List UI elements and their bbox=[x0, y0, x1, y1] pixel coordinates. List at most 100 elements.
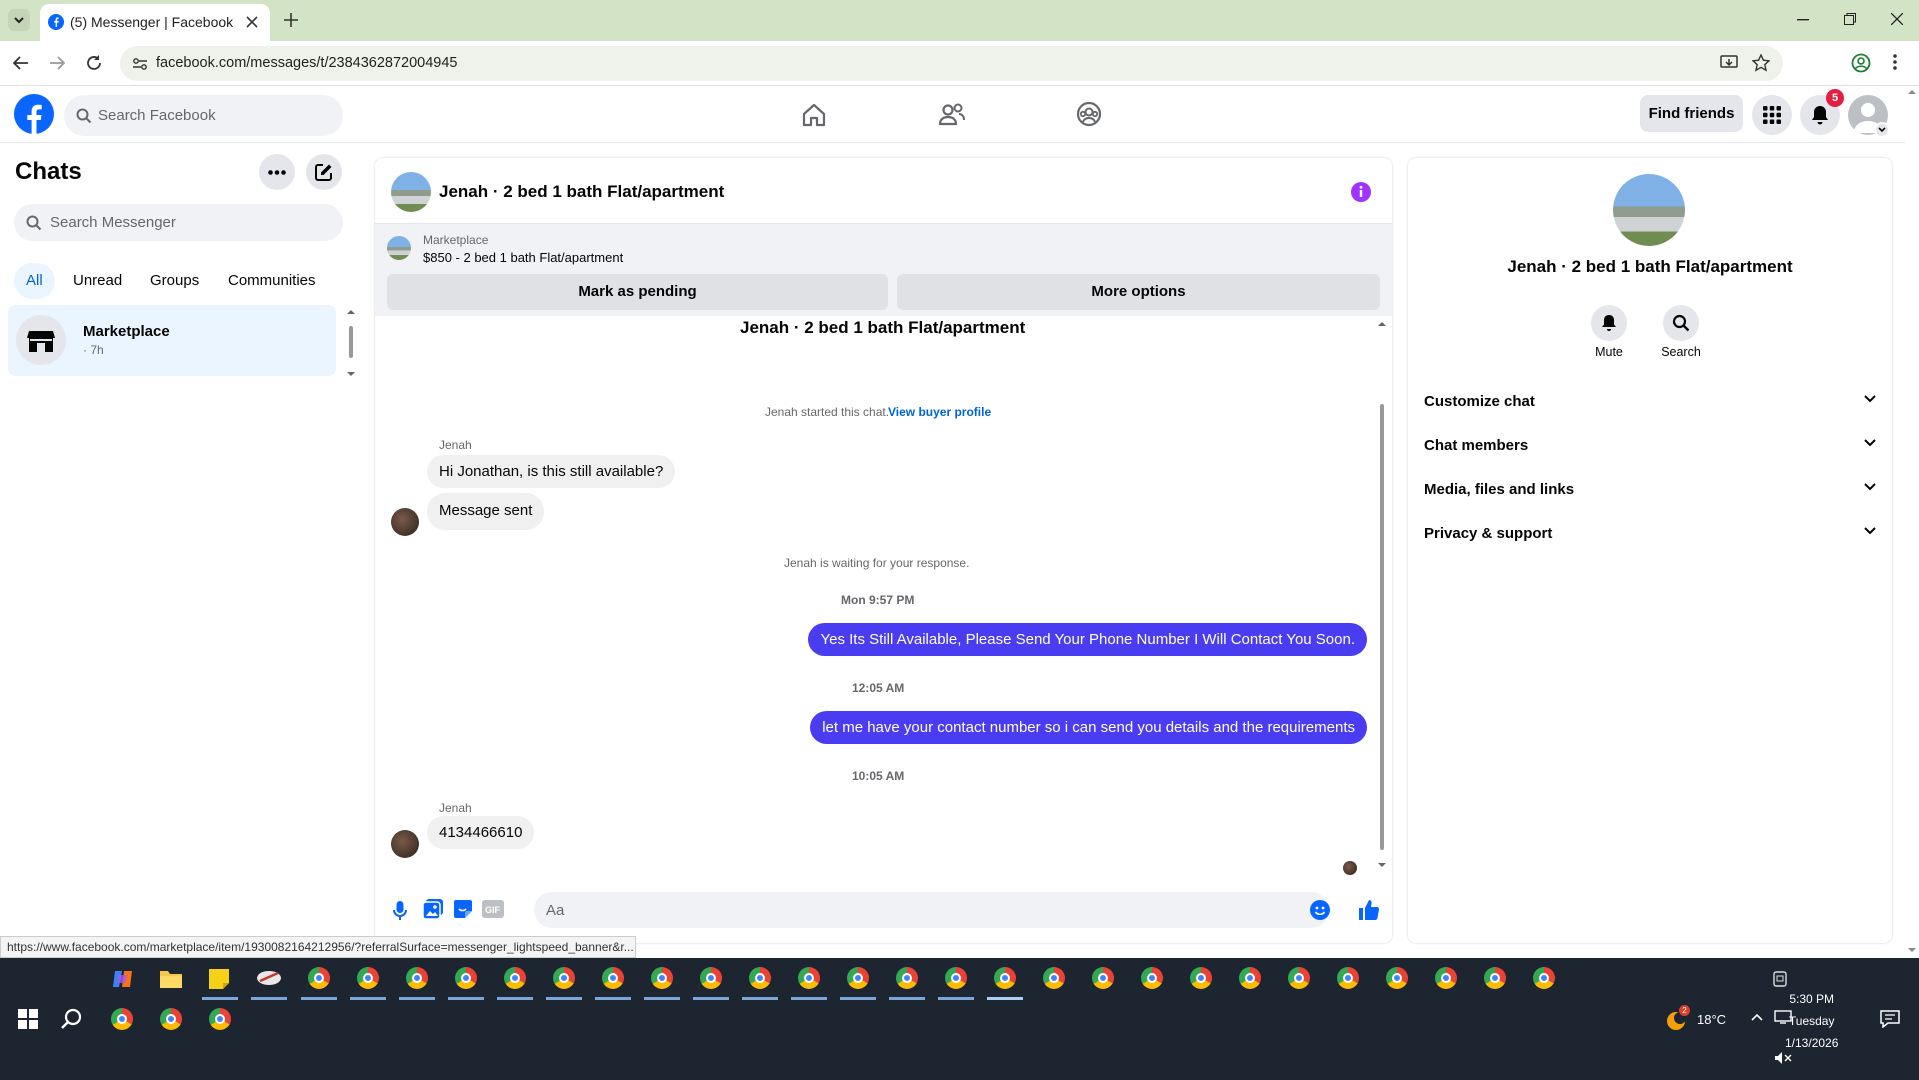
windows-start-icon[interactable] bbox=[18, 1009, 38, 1029]
filter-groups[interactable]: Groups bbox=[138, 263, 211, 299]
home-icon[interactable] bbox=[801, 103, 827, 127]
customize-chat-row[interactable]: Customize chat bbox=[1424, 383, 1876, 419]
chrome-icon[interactable] bbox=[160, 1008, 182, 1030]
chrome-window-icon[interactable] bbox=[1386, 967, 1408, 989]
chrome-window-icon[interactable] bbox=[749, 967, 771, 989]
message-input[interactable]: Aa bbox=[534, 892, 1330, 928]
bookmark-star-icon[interactable] bbox=[1752, 54, 1770, 72]
chrome-window-icon[interactable] bbox=[308, 967, 330, 989]
chrome-window-icon[interactable] bbox=[602, 967, 624, 989]
banner-listing[interactable]: $850 - 2 bed 1 bath Flat/apartment bbox=[423, 250, 623, 265]
chat-options-button[interactable] bbox=[259, 154, 295, 190]
thumbs-up-icon[interactable] bbox=[1358, 899, 1380, 921]
sender-avatar[interactable] bbox=[391, 508, 419, 536]
microphone-icon[interactable] bbox=[393, 901, 407, 921]
conversation-avatar[interactable] bbox=[391, 172, 431, 212]
taskbar-clock[interactable]: 5:30 PM Tuesday 1/13/2026 bbox=[1785, 988, 1838, 1054]
facebook-search-input[interactable]: Search Facebook bbox=[64, 95, 343, 136]
more-options-button[interactable]: More options bbox=[897, 274, 1380, 310]
chrome-window-icon[interactable] bbox=[1435, 967, 1457, 989]
chat-members-row[interactable]: Chat members bbox=[1424, 427, 1876, 463]
outgoing-message[interactable]: let me have your contact number so i can… bbox=[810, 711, 1367, 744]
outgoing-message[interactable]: Yes Its Still Available, Please Send You… bbox=[808, 623, 1367, 656]
sticky-notes-icon[interactable] bbox=[208, 968, 230, 990]
reload-icon[interactable] bbox=[85, 54, 103, 72]
close-window-icon[interactable] bbox=[1891, 13, 1903, 25]
chrome-window-icon[interactable] bbox=[1533, 967, 1555, 989]
file-explorer-icon[interactable] bbox=[159, 968, 183, 990]
view-buyer-profile-link[interactable]: View buyer profile bbox=[888, 405, 991, 419]
page-scrollbar[interactable] bbox=[1905, 86, 1919, 958]
chrome-window-icon[interactable] bbox=[700, 967, 722, 989]
chrome-icon[interactable] bbox=[111, 1008, 133, 1030]
chrome-window-icon[interactable] bbox=[1239, 967, 1261, 989]
sticker-icon[interactable] bbox=[453, 899, 473, 919]
install-app-icon[interactable] bbox=[1720, 55, 1738, 71]
facebook-logo-icon[interactable] bbox=[14, 94, 54, 134]
chrome-window-icon[interactable] bbox=[847, 967, 869, 989]
chrome-window-icon[interactable] bbox=[896, 967, 918, 989]
filter-communities[interactable]: Communities bbox=[216, 263, 328, 299]
close-tab-icon[interactable] bbox=[246, 16, 258, 28]
taskbar-search-icon[interactable] bbox=[60, 1008, 82, 1030]
incoming-message[interactable]: 4134466610 bbox=[427, 816, 535, 849]
app-icon[interactable] bbox=[256, 967, 282, 989]
chrome-window-icon[interactable] bbox=[1288, 967, 1310, 989]
mark-as-pending-button[interactable]: Mark as pending bbox=[387, 274, 888, 310]
thread-scrollbar[interactable] bbox=[1377, 320, 1387, 870]
chrome-window-icon[interactable] bbox=[1337, 967, 1359, 989]
incoming-message[interactable]: Hi Jonathan, is this still available? bbox=[427, 455, 676, 488]
chrome-window-icon[interactable] bbox=[504, 967, 526, 989]
listing-thumbnail[interactable] bbox=[387, 236, 411, 260]
weather-temp[interactable]: 18°C bbox=[1697, 1012, 1726, 1027]
restore-icon[interactable] bbox=[1844, 13, 1856, 25]
chrome-window-icon[interactable] bbox=[798, 967, 820, 989]
profile-icon[interactable] bbox=[1851, 53, 1871, 73]
minimize-icon[interactable] bbox=[1797, 19, 1809, 21]
chrome-window-icon[interactable] bbox=[455, 967, 477, 989]
chrome-window-icon[interactable] bbox=[1043, 967, 1065, 989]
site-info-icon[interactable] bbox=[132, 56, 148, 72]
chrome-window-icon[interactable] bbox=[994, 967, 1016, 989]
notification-center-icon[interactable] bbox=[1880, 1010, 1900, 1028]
back-icon[interactable] bbox=[13, 55, 29, 71]
mute-button[interactable] bbox=[1591, 305, 1627, 341]
forward-icon[interactable] bbox=[49, 55, 65, 71]
new-message-button[interactable] bbox=[306, 154, 342, 190]
gif-icon[interactable]: GIF bbox=[482, 900, 504, 918]
copilot-icon[interactable] bbox=[111, 967, 135, 991]
chat-list-scrollbar[interactable] bbox=[346, 308, 356, 380]
chrome-window-icon[interactable] bbox=[406, 967, 428, 989]
chat-list-item[interactable]: Marketplace · 7h bbox=[8, 305, 336, 376]
chrome-window-icon[interactable] bbox=[1484, 967, 1506, 989]
chrome-window-icon[interactable] bbox=[1141, 967, 1163, 989]
chrome-window-icon[interactable] bbox=[1190, 967, 1212, 989]
friends-icon[interactable] bbox=[938, 102, 966, 128]
browser-tab[interactable]: (5) Messenger | Facebook bbox=[40, 4, 270, 41]
find-friends-button[interactable]: Find friends bbox=[1640, 95, 1743, 132]
menu-grid-button[interactable] bbox=[1752, 95, 1792, 135]
filter-all[interactable]: All bbox=[14, 263, 55, 299]
chrome-window-icon[interactable] bbox=[1092, 967, 1114, 989]
new-tab-icon[interactable] bbox=[284, 13, 298, 27]
privacy-support-row[interactable]: Privacy & support bbox=[1424, 515, 1876, 551]
system-tray-chevron-icon[interactable] bbox=[1751, 1013, 1763, 1021]
info-icon[interactable] bbox=[1350, 181, 1372, 203]
browser-menu-icon[interactable] bbox=[1893, 54, 1897, 70]
chrome-window-icon[interactable] bbox=[651, 967, 673, 989]
filter-unread[interactable]: Unread bbox=[61, 263, 134, 299]
messenger-search-input[interactable]: Search Messenger bbox=[14, 204, 343, 241]
tablet-mode-icon[interactable] bbox=[1773, 971, 1787, 987]
incoming-message[interactable]: Message sent bbox=[427, 493, 545, 530]
sender-avatar[interactable] bbox=[391, 830, 419, 858]
tab-search-icon[interactable] bbox=[8, 9, 30, 31]
search-in-chat-button[interactable] bbox=[1663, 305, 1699, 341]
media-files-links-row[interactable]: Media, files and links bbox=[1424, 471, 1876, 507]
omnibox[interactable]: facebook.com/messages/t/2384362872004945 bbox=[120, 46, 1783, 81]
chrome-icon[interactable] bbox=[209, 1008, 231, 1030]
account-chevron-icon[interactable] bbox=[1874, 122, 1890, 138]
conversation-title[interactable]: Jenah · 2 bed 1 bath Flat/apartment bbox=[439, 182, 724, 202]
photo-icon[interactable] bbox=[423, 899, 443, 919]
chrome-window-icon[interactable] bbox=[357, 967, 379, 989]
details-avatar[interactable] bbox=[1613, 174, 1685, 246]
